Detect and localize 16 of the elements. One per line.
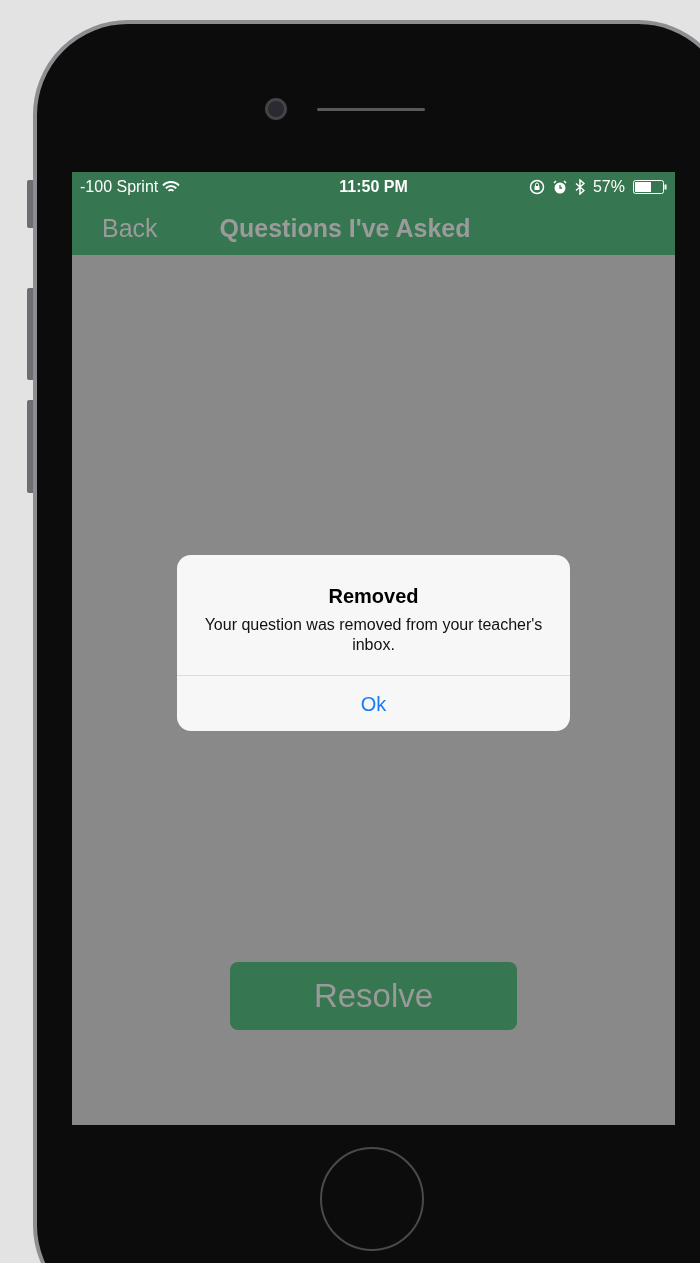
- wifi-icon: [162, 180, 181, 194]
- carrier-text: -100 Sprint: [80, 177, 159, 197]
- alert-title: Removed: [327, 584, 420, 609]
- clock-text: 11:50 PM: [339, 178, 408, 195]
- back-button[interactable]: Back: [102, 209, 158, 248]
- battery-icon: [633, 180, 667, 194]
- alert-message: Your question was removed from your teacher's inbox.: [203, 615, 544, 655]
- home-button[interactable]: [320, 1147, 424, 1251]
- rotation-lock-icon: [528, 179, 545, 195]
- battery-percent: 57%: [592, 177, 625, 197]
- screen-title: Questions I've Asked: [219, 212, 471, 244]
- ok-button[interactable]: Ok: [177, 675, 570, 731]
- resolve-button[interactable]: Resolve: [230, 962, 517, 1030]
- camera-icon: [265, 98, 287, 120]
- bluetooth-icon: [574, 179, 585, 195]
- alarm-clock-icon: [552, 180, 567, 194]
